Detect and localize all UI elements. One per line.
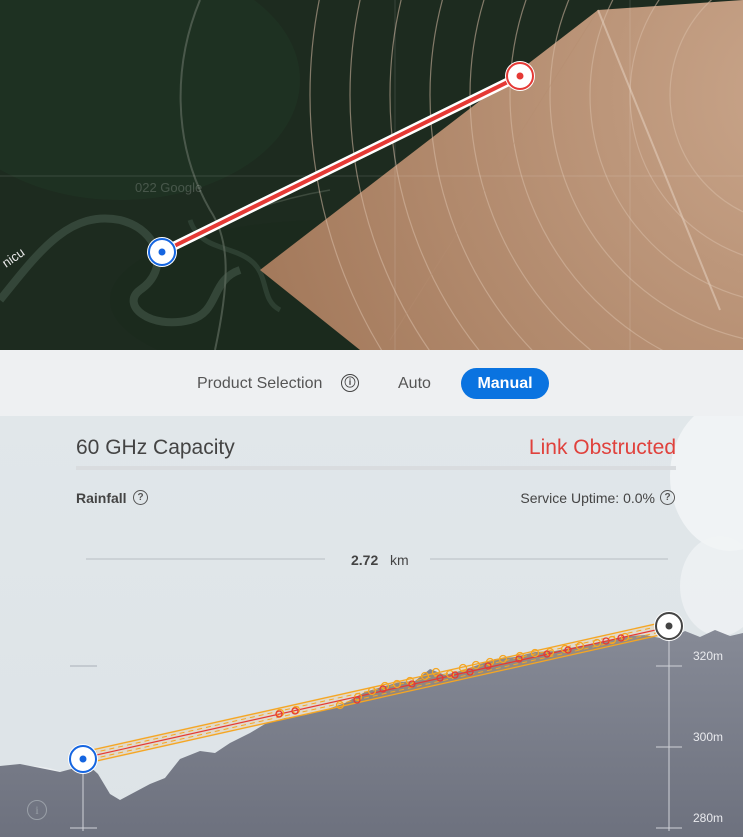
satellite-map[interactable]: 022 Google nicu	[0, 0, 743, 350]
elevation-label-320: 320m	[693, 649, 724, 663]
distance-value: 2.72	[351, 552, 379, 568]
uptime-help-icon[interactable]: ?	[660, 490, 675, 505]
auto-mode-button[interactable]: Auto	[398, 375, 431, 393]
link-status: Link Obstructed	[528, 436, 676, 459]
distance-unit: km	[390, 552, 409, 568]
site-a-marker[interactable]	[147, 237, 177, 267]
service-uptime: Service Uptime: 0.0%	[520, 490, 655, 506]
site-b-marker[interactable]	[505, 61, 535, 91]
rainfall-label: Rainfall	[76, 490, 127, 506]
capacity-title: 60 GHz Capacity	[76, 436, 235, 459]
product-selection-label: Product Selection	[197, 375, 323, 392]
site-b-profile-marker[interactable]	[654, 611, 684, 641]
manual-mode-button[interactable]: Manual	[461, 368, 549, 399]
rainfall-help-icon[interactable]: ?	[133, 490, 148, 505]
map-imagery: 022 Google nicu	[0, 0, 743, 350]
map-watermark: 022 Google	[135, 180, 202, 195]
site-a-profile-marker[interactable]	[68, 744, 98, 774]
product-controls: Product Selection ⓘ Auto Manual	[0, 350, 743, 416]
elevation-profile	[0, 416, 743, 837]
elevation-label-280: 280m	[693, 811, 724, 825]
link-profile-panel: 60 GHz Capacity Link Obstructed Rainfall…	[0, 416, 743, 837]
profile-info-icon[interactable]: i	[27, 800, 47, 820]
elevation-label-300: 300m	[693, 730, 724, 744]
title-divider	[76, 466, 676, 470]
info-icon[interactable]: ⓘ	[341, 374, 359, 392]
